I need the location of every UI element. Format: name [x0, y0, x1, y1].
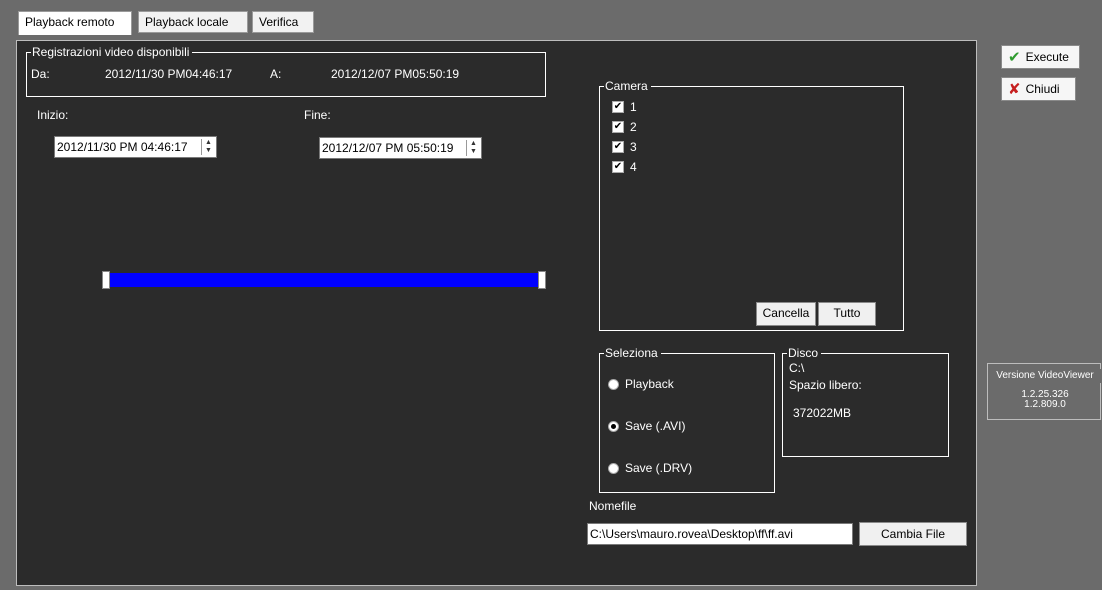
- camera-group: Camera ✔ 1 ✔ 2 ✔ 3 ✔ 4 Cancella Tutto: [599, 79, 904, 331]
- radio-playback[interactable]: Playback: [608, 376, 674, 392]
- camera-label-4: 4: [630, 160, 637, 174]
- start-spinner[interactable]: ▲ ▼: [201, 139, 215, 155]
- timeline-selection-bar: [108, 273, 544, 287]
- radio-selected-icon[interactable]: [608, 420, 619, 432]
- checkbox-checked-icon[interactable]: ✔: [612, 141, 624, 153]
- camera-all-button[interactable]: Tutto: [818, 302, 876, 326]
- check-icon: ✔: [1008, 48, 1021, 66]
- radio-playback-label: Playback: [625, 377, 674, 391]
- select-group: Seleziona Playback Save (.AVI) Save (.DR…: [599, 346, 775, 493]
- camera-checkbox-1[interactable]: ✔ 1: [612, 99, 637, 115]
- camera-checkbox-2[interactable]: ✔ 2: [612, 119, 637, 135]
- timeline-slider[interactable]: [102, 271, 552, 289]
- disk-drive: C:\: [789, 361, 805, 375]
- execute-label: Execute: [1025, 50, 1069, 64]
- disk-group: Disco C:\ Spazio libero: 372022MB: [782, 346, 949, 457]
- spin-down-icon[interactable]: ▼: [467, 148, 480, 156]
- end-datetime-picker[interactable]: 2012/12/07 PM 05:50:19 ▲ ▼: [319, 137, 482, 159]
- tab-verifica[interactable]: Verifica: [252, 11, 314, 33]
- tab-playback-remoto[interactable]: Playback remoto: [18, 11, 132, 35]
- radio-save-avi[interactable]: Save (.AVI): [608, 418, 685, 434]
- radio-save-drv-label: Save (.DRV): [625, 461, 693, 475]
- spin-up-icon[interactable]: ▲: [202, 139, 215, 147]
- version-title: Versione VideoViewer: [988, 369, 1102, 383]
- tab-playback-locale[interactable]: Playback locale: [138, 11, 248, 33]
- camera-label-3: 3: [630, 140, 637, 154]
- change-file-button[interactable]: Cambia File: [859, 522, 967, 546]
- camera-checkbox-4[interactable]: ✔ 4: [612, 159, 637, 175]
- start-datetime-value: 2012/11/30 PM 04:46:17: [57, 140, 188, 154]
- recordings-title: Registrazioni video disponibili: [31, 45, 193, 59]
- camera-checkbox-3[interactable]: ✔ 3: [612, 139, 637, 155]
- x-icon: ✘: [1008, 80, 1021, 98]
- disk-free-label: Spazio libero:: [789, 378, 862, 392]
- select-title: Seleziona: [604, 346, 661, 360]
- spin-up-icon[interactable]: ▲: [467, 140, 480, 148]
- disk-free-value: 372022MB: [793, 406, 852, 420]
- end-datetime-value: 2012/12/07 PM 05:50:19: [322, 141, 454, 155]
- close-label: Chiudi: [1025, 82, 1060, 96]
- start-datetime-picker[interactable]: 2012/11/30 PM 04:46:17 ▲ ▼: [54, 136, 217, 158]
- radio-save-avi-label: Save (.AVI): [625, 419, 686, 433]
- execute-button[interactable]: ✔ Execute: [1001, 45, 1080, 69]
- version-box: Versione VideoViewer 1.2.25.326 1.2.809.…: [987, 363, 1102, 420]
- to-value: 2012/12/07 PM05:50:19: [331, 67, 460, 81]
- filename-label: Nomefile: [589, 499, 637, 513]
- timeline-start-handle[interactable]: [102, 271, 110, 289]
- close-button[interactable]: ✘ Chiudi: [1001, 77, 1076, 101]
- from-label: Da:: [31, 67, 50, 81]
- disk-title: Disco: [787, 346, 822, 360]
- from-value: 2012/11/30 PM04:46:17: [105, 67, 233, 81]
- version-value-2: 1.2.809.0: [1024, 399, 1066, 410]
- camera-title: Camera: [604, 79, 651, 93]
- end-label: Fine:: [304, 108, 331, 122]
- camera-label-2: 2: [630, 120, 637, 134]
- filename-input[interactable]: C:\Users\mauro.rovea\Desktop\ff\ff.avi: [587, 523, 853, 545]
- to-label: A:: [270, 67, 282, 81]
- start-label: Inizio:: [37, 108, 69, 122]
- radio-save-drv[interactable]: Save (.DRV): [608, 460, 692, 476]
- checkbox-checked-icon[interactable]: ✔: [612, 101, 624, 113]
- main-panel: Registrazioni video disponibili Da: 2012…: [16, 40, 977, 586]
- timeline-end-handle[interactable]: [538, 271, 546, 289]
- recordings-group: Registrazioni video disponibili Da: 2012…: [26, 45, 546, 97]
- spin-down-icon[interactable]: ▼: [202, 147, 215, 155]
- checkbox-checked-icon[interactable]: ✔: [612, 161, 624, 173]
- camera-cancel-button[interactable]: Cancella: [756, 302, 816, 326]
- camera-label-1: 1: [630, 100, 637, 114]
- radio-icon[interactable]: [608, 378, 619, 390]
- checkbox-checked-icon[interactable]: ✔: [612, 121, 624, 133]
- end-spinner[interactable]: ▲ ▼: [466, 140, 480, 156]
- radio-icon[interactable]: [608, 462, 619, 474]
